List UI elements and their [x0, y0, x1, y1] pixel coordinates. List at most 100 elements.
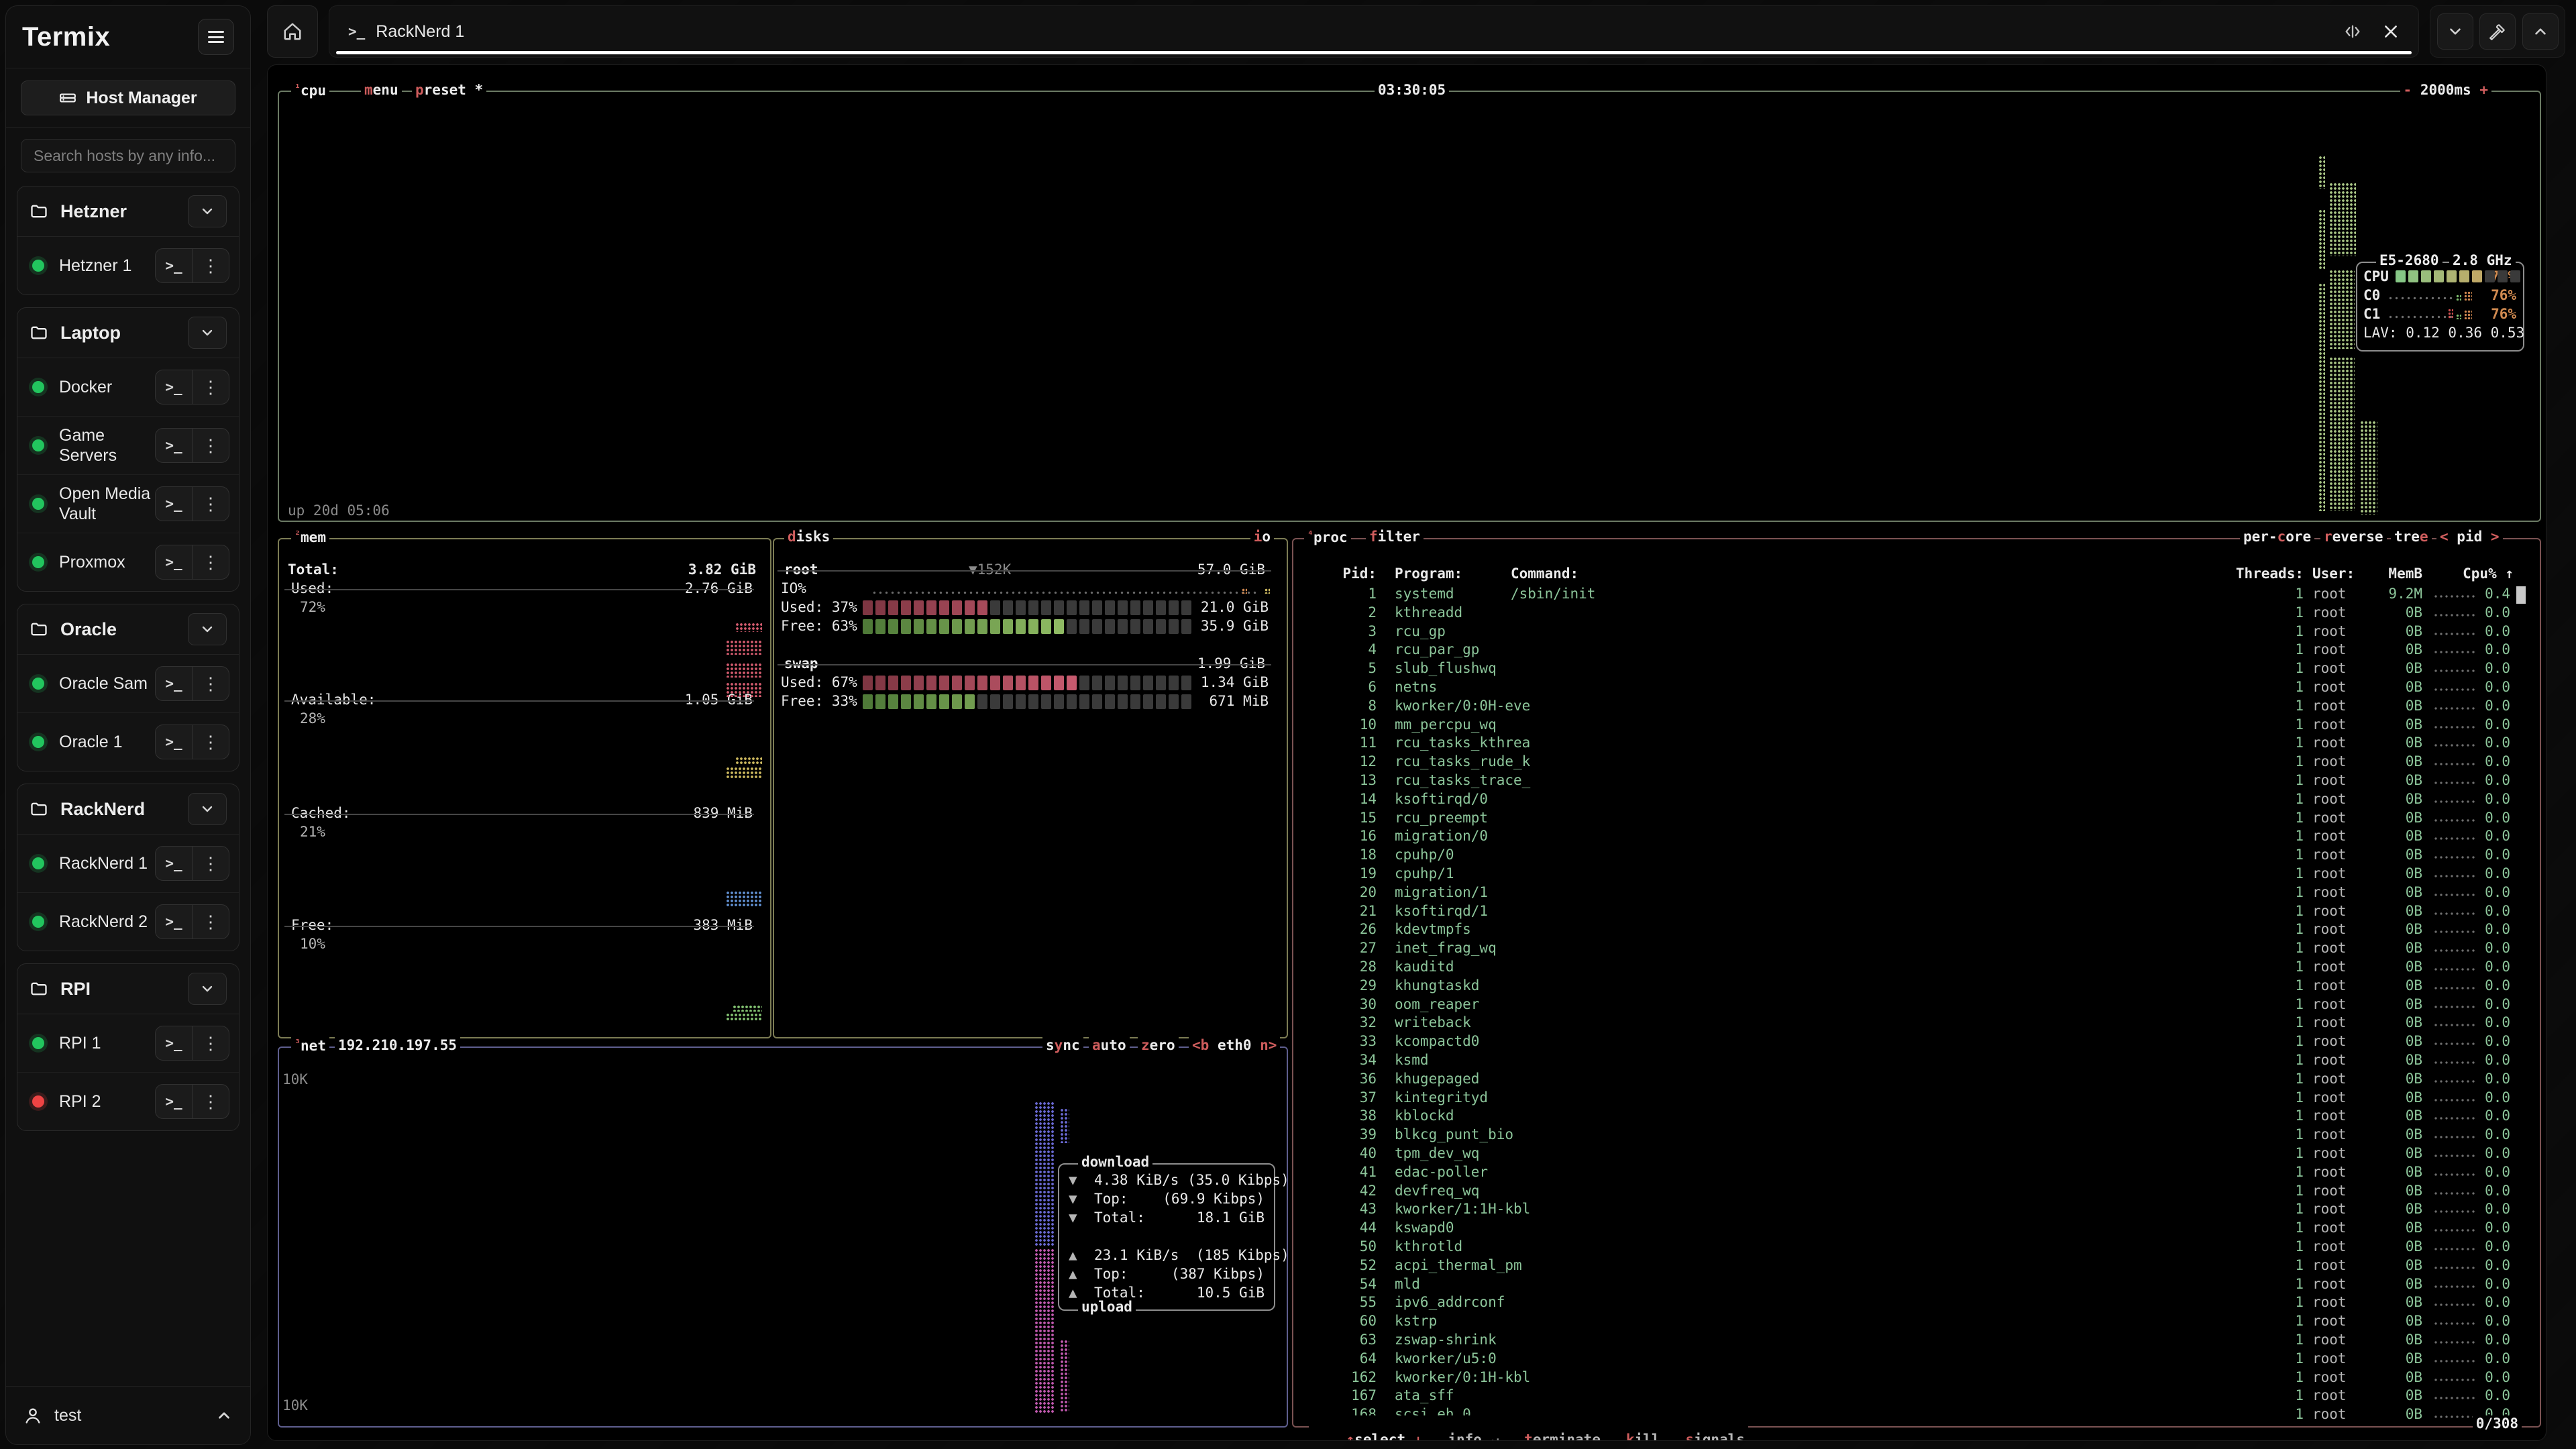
- proc-program[interactable]: khugepaged: [1395, 1071, 1479, 1087]
- proc-pid[interactable]: 5: [1368, 660, 1377, 676]
- proc-pid[interactable]: 4: [1368, 641, 1377, 657]
- col-user[interactable]: User:: [2312, 566, 2355, 582]
- proc-pid[interactable]: 36: [1360, 1071, 1377, 1087]
- host-options-button[interactable]: ⋮: [192, 1026, 229, 1060]
- info-key[interactable]: info: [1448, 1432, 1482, 1441]
- host-row-open-media-vault[interactable]: Open Media Vault>_⋮: [17, 475, 239, 533]
- host-row-game-servers[interactable]: Game Servers>_⋮: [17, 417, 239, 475]
- folder-collapse-button[interactable]: [188, 195, 227, 227]
- proc-program[interactable]: slub_flushwq: [1395, 660, 1497, 676]
- proc-pid[interactable]: 33: [1360, 1033, 1377, 1049]
- proc-pid[interactable]: 15: [1360, 810, 1377, 826]
- proc-pid[interactable]: 167: [1351, 1387, 1377, 1403]
- disks-box-label[interactable]: disks: [784, 529, 833, 545]
- host-row-proxmox[interactable]: Proxmox>_⋮: [17, 533, 239, 591]
- proc-pid[interactable]: 21: [1360, 903, 1377, 919]
- proc-program[interactable]: kworker/0:1H-kbl: [1395, 1369, 1530, 1385]
- proc-pid[interactable]: 26: [1360, 921, 1377, 937]
- host-row-hetzner-1[interactable]: Hetzner 1>_⋮: [17, 237, 239, 294]
- open-terminal-button[interactable]: >_: [156, 545, 192, 579]
- col-pid[interactable]: Pid:: [1342, 566, 1377, 582]
- host-options-button[interactable]: ⋮: [192, 847, 229, 880]
- net-sync-button[interactable]: sync: [1042, 1037, 1083, 1053]
- proc-program[interactable]: netns: [1395, 679, 1437, 695]
- proc-reverse-toggle[interactable]: reverse: [2320, 529, 2387, 545]
- host-row-rpi-1[interactable]: RPI 1>_⋮: [17, 1014, 239, 1073]
- proc-pid[interactable]: 55: [1360, 1294, 1377, 1310]
- signals-key[interactable]: ignals: [1694, 1432, 1745, 1441]
- open-terminal-button[interactable]: >_: [156, 249, 192, 282]
- proc-program[interactable]: zswap-shrink: [1395, 1332, 1497, 1348]
- proc-program[interactable]: kswapd0: [1395, 1220, 1454, 1236]
- proc-program[interactable]: kworker/1:1H-kbl: [1395, 1201, 1530, 1217]
- proc-pid[interactable]: 10: [1360, 716, 1377, 733]
- sidebar-menu-button[interactable]: [198, 19, 234, 55]
- host-options-button[interactable]: ⋮: [192, 429, 229, 462]
- terminate-key[interactable]: erminate: [1533, 1432, 1601, 1441]
- proc-program[interactable]: kcompactd0: [1395, 1033, 1479, 1049]
- folder-header-rpi[interactable]: RPI: [17, 964, 239, 1014]
- host-options-button[interactable]: ⋮: [192, 667, 229, 700]
- proc-program[interactable]: kblockd: [1395, 1108, 1454, 1124]
- proc-pid[interactable]: 3: [1368, 623, 1377, 639]
- kill-key[interactable]: ill: [1635, 1432, 1660, 1441]
- proc-pid[interactable]: 162: [1351, 1369, 1377, 1385]
- proc-program[interactable]: ksoftirqd/1: [1395, 903, 1488, 919]
- close-tab-icon[interactable]: [2382, 23, 2400, 40]
- proc-pid[interactable]: 52: [1360, 1257, 1377, 1273]
- proc-percore-toggle[interactable]: per-core: [2240, 529, 2314, 545]
- proc-program[interactable]: cpuhp/0: [1395, 847, 1454, 863]
- collapse-button[interactable]: [2437, 13, 2473, 50]
- folder-header-hetzner[interactable]: Hetzner: [17, 186, 239, 237]
- proc-program[interactable]: rcu_par_gp: [1395, 641, 1479, 657]
- home-button[interactable]: [267, 5, 318, 58]
- proc-program[interactable]: ksmd: [1395, 1052, 1429, 1068]
- proc-pid[interactable]: 19: [1360, 865, 1377, 881]
- proc-program[interactable]: oom_reaper: [1395, 996, 1479, 1012]
- host-options-button[interactable]: ⋮: [192, 1085, 229, 1118]
- col-mem[interactable]: MemB: [2388, 566, 2422, 582]
- proc-filter-button[interactable]: filter: [1366, 529, 1424, 545]
- open-terminal-button[interactable]: >_: [156, 1026, 192, 1060]
- net-zero-button[interactable]: zero: [1138, 1037, 1179, 1053]
- proc-pid[interactable]: 63: [1360, 1332, 1377, 1348]
- proc-program[interactable]: edac-poller: [1395, 1164, 1488, 1180]
- proc-pid[interactable]: 18: [1360, 847, 1377, 863]
- user-footer[interactable]: test: [6, 1386, 250, 1444]
- host-row-rpi-2[interactable]: RPI 2>_⋮: [17, 1073, 239, 1130]
- proc-pid[interactable]: 44: [1360, 1220, 1377, 1236]
- expand-button[interactable]: [2522, 13, 2559, 50]
- proc-pid[interactable]: 14: [1360, 791, 1377, 807]
- proc-pid[interactable]: 54: [1360, 1276, 1377, 1292]
- proc-pid[interactable]: 2: [1368, 604, 1377, 621]
- host-row-docker[interactable]: Docker>_⋮: [17, 358, 239, 417]
- split-view-icon[interactable]: [2343, 22, 2362, 41]
- proc-tree-toggle[interactable]: tree: [2391, 529, 2432, 545]
- proc-program[interactable]: kintegrityd: [1395, 1089, 1488, 1106]
- proc-program[interactable]: cpuhp/1: [1395, 865, 1454, 881]
- host-options-button[interactable]: ⋮: [192, 905, 229, 938]
- proc-sort-selector[interactable]: < pid >: [2436, 529, 2503, 545]
- proc-program[interactable]: rcu_preempt: [1395, 810, 1488, 826]
- host-row-racknerd-1[interactable]: RackNerd 1>_⋮: [17, 835, 239, 893]
- proc-program[interactable]: migration/1: [1395, 884, 1488, 900]
- open-terminal-button[interactable]: >_: [156, 725, 192, 759]
- menu-button[interactable]: menu: [361, 82, 402, 98]
- tab-racknerd-1[interactable]: RackNerd 1: [376, 22, 464, 42]
- preset-button[interactable]: preset *: [412, 82, 486, 98]
- folder-collapse-button[interactable]: [188, 317, 227, 349]
- proc-pid[interactable]: 39: [1360, 1126, 1377, 1142]
- host-row-oracle-sam[interactable]: Oracle Sam>_⋮: [17, 655, 239, 713]
- folder-collapse-button[interactable]: [188, 793, 227, 825]
- col-program[interactable]: Program:: [1395, 566, 1462, 582]
- proc-program[interactable]: kworker/u5:0: [1395, 1350, 1497, 1366]
- proc-scrollbar-thumb[interactable]: [2516, 586, 2526, 604]
- proc-pid[interactable]: 8: [1368, 698, 1377, 714]
- proc-program[interactable]: ksoftirqd/0: [1395, 791, 1488, 807]
- proc-program[interactable]: kthreadd: [1395, 604, 1462, 621]
- open-terminal-button[interactable]: >_: [156, 847, 192, 880]
- proc-pid[interactable]: 27: [1360, 940, 1377, 956]
- net-auto-button[interactable]: auto: [1089, 1037, 1130, 1053]
- proc-pid[interactable]: 28: [1360, 959, 1377, 975]
- proc-program[interactable]: ipv6_addrconf: [1395, 1294, 1505, 1310]
